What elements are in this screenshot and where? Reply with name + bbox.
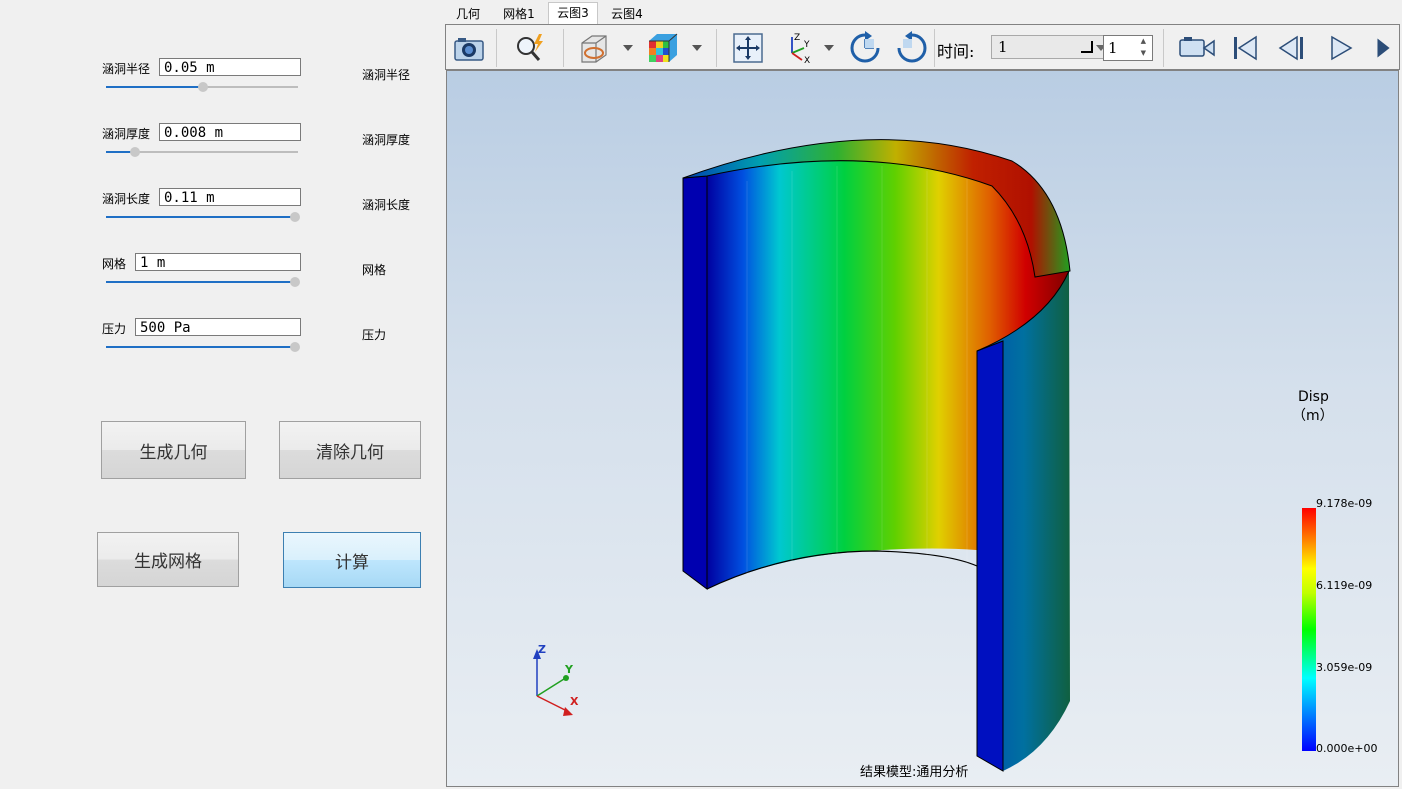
chevron-down-icon[interactable] — [824, 45, 834, 51]
axes-icon[interactable]: ZYX — [780, 31, 814, 65]
slider-thumb[interactable] — [290, 212, 300, 222]
time-select[interactable]: 1 — [991, 35, 1115, 59]
culvert-contour-model — [533, 139, 1316, 772]
param-right-label-thickness: 涵洞厚度 — [362, 133, 411, 147]
play-icon[interactable] — [1324, 31, 1358, 65]
radius-input[interactable]: 0.05 m — [159, 58, 301, 76]
slider-thumb[interactable] — [290, 277, 300, 287]
param-label-pressure: 压力 — [102, 322, 127, 336]
first-frame-icon[interactable] — [1228, 31, 1262, 65]
compute-button[interactable]: 计算 — [283, 532, 421, 588]
result-model-label: 结果模型:通用分析 — [860, 765, 969, 780]
pressure-input[interactable]: 500 Pa — [135, 318, 301, 336]
mesh-cube-icon[interactable] — [645, 31, 679, 65]
param-right-label-radius: 涵洞半径 — [362, 68, 411, 82]
chevron-down-icon[interactable] — [623, 45, 633, 51]
clip-box-icon[interactable] — [576, 31, 610, 65]
axis-z-label: Z — [538, 643, 546, 656]
tab-contour4[interactable]: 云图4 — [605, 4, 649, 24]
record-icon[interactable] — [1177, 31, 1217, 65]
color-scale-bar — [1302, 508, 1316, 751]
rotate-cw-icon[interactable] — [848, 31, 882, 65]
param-label-thickness: 涵洞厚度 — [102, 127, 151, 141]
radius-slider[interactable] — [106, 82, 298, 92]
axis-triad — [533, 649, 573, 716]
spin-up-icon[interactable]: ▲ — [1141, 37, 1146, 45]
slider-thumb[interactable] — [290, 342, 300, 352]
param-label-length: 涵洞长度 — [102, 192, 151, 206]
axis-x-label: X — [570, 695, 579, 708]
toolbar: ZYX 时间: 1 1 ▲ ▼ — [445, 24, 1400, 70]
time-select-value: 1 — [998, 38, 1008, 56]
thickness-slider[interactable] — [106, 147, 298, 157]
param-label-mesh: 网格 — [102, 257, 127, 271]
legend-unit: （m） — [1292, 408, 1334, 424]
param-right-label-mesh: 网格 — [362, 263, 387, 277]
parameter-panel: 涵洞半径 0.05 m 涵洞半径 涵洞厚度 0.008 m 涵洞厚度 涵洞长度 … — [0, 0, 445, 789]
mesh-slider[interactable] — [106, 277, 300, 287]
tab-geometry[interactable]: 几何 — [451, 4, 485, 24]
tab-contour3[interactable]: 云图3 — [548, 2, 598, 25]
tab-mesh1[interactable]: 网格1 — [499, 4, 539, 24]
slider-thumb[interactable] — [130, 147, 140, 157]
step-spinbox[interactable]: 1 ▲ ▼ — [1103, 35, 1153, 61]
param-label-radius: 涵洞半径 — [102, 62, 151, 76]
fit-view-icon[interactable] — [731, 31, 765, 65]
legend-tick-min: 0.000e+00 — [1316, 742, 1378, 755]
tab-bar: 几何 网格1 云图3 云图4 — [445, 0, 1402, 25]
step-value: 1 — [1108, 39, 1118, 57]
length-slider[interactable] — [106, 212, 300, 222]
slider-thumb[interactable] — [198, 82, 208, 92]
generate-geometry-button[interactable]: 生成几何 — [101, 421, 246, 479]
svg-text:X: X — [804, 56, 810, 65]
param-right-label-length: 涵洞长度 — [362, 198, 411, 212]
prev-frame-icon[interactable] — [1275, 31, 1309, 65]
length-input[interactable]: 0.11 m — [159, 188, 301, 206]
step-mode-icon[interactable] — [1081, 41, 1093, 53]
svg-text:Z: Z — [794, 33, 800, 43]
zoom-icon[interactable] — [513, 31, 547, 65]
last-frame-icon[interactable] — [1374, 31, 1400, 65]
generate-mesh-button[interactable]: 生成网格 — [97, 532, 239, 587]
rotate-ccw-icon[interactable] — [895, 31, 929, 65]
result-panel: 几何 网格1 云图3 云图4 ZYX 时间: 1 1 ▲ ▼ Z Y X 结果模… — [445, 0, 1402, 789]
axis-y-label: Y — [565, 663, 573, 676]
spin-down-icon[interactable]: ▼ — [1141, 49, 1146, 57]
legend-tick: 3.059e-09 — [1316, 661, 1373, 674]
time-label: 时间: — [937, 42, 975, 61]
clear-geometry-button[interactable]: 清除几何 — [279, 421, 421, 479]
camera-icon[interactable] — [452, 31, 486, 65]
thickness-input[interactable]: 0.008 m — [159, 123, 301, 141]
mesh-input[interactable]: 1 m — [135, 253, 301, 271]
legend-title: Disp — [1298, 389, 1329, 405]
param-right-label-pressure: 压力 — [362, 328, 387, 342]
legend-tick-max: 9.178e-09 — [1316, 497, 1373, 510]
pressure-slider[interactable] — [106, 342, 300, 352]
3d-viewport[interactable]: Z Y X 结果模型:通用分析 — [446, 70, 1399, 787]
svg-text:Y: Y — [803, 40, 810, 50]
legend-tick: 6.119e-09 — [1316, 579, 1373, 592]
chevron-down-icon[interactable] — [692, 45, 702, 51]
